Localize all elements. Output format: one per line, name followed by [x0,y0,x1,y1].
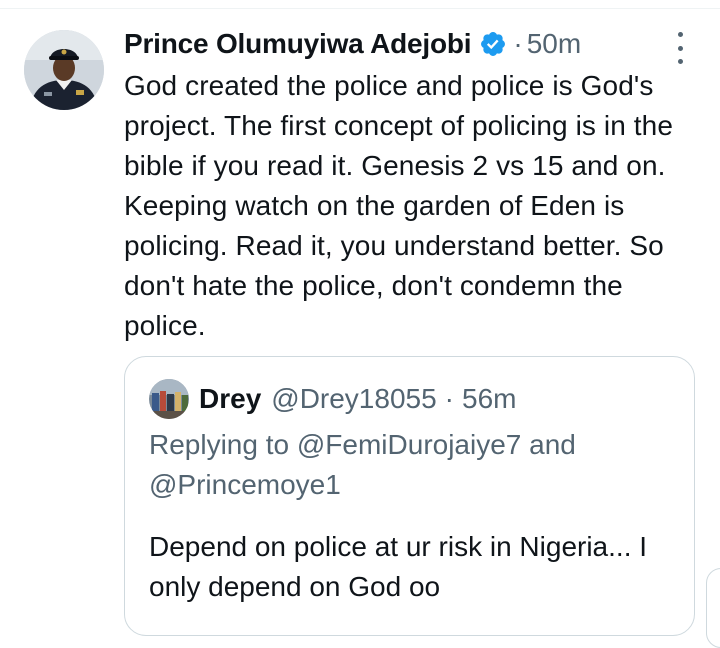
more-vertical-icon[interactable] [668,32,692,64]
quote-text: Depend on police at ur risk in Nigeria..… [149,531,648,602]
verified-badge-icon [479,30,507,58]
tweet-text: God created the police and police is God… [124,70,674,341]
tweet-header: Prince Olumuyiwa Adejobi · 50m [124,24,581,64]
quote-author-avatar[interactable] [149,379,189,419]
quote-timestamp[interactable]: 56m [462,383,516,415]
mention-link[interactable]: @FemiDurojaiye7 [297,429,522,460]
quote-author-handle[interactable]: @Drey18055 [271,383,436,415]
quote-time-separator: · [444,383,454,414]
quote-author-name[interactable]: Drey [199,383,261,415]
quoted-tweet-card[interactable]: Drey @Drey18055 · 56m Replying to @FemiD… [124,356,695,636]
avatar-image [24,30,104,110]
replying-to-line: Replying to @FemiDurojaiye7 and @Princem… [149,425,669,505]
top-divider [0,8,720,9]
author-avatar[interactable] [24,30,104,110]
quote-header: Drey @Drey18055 · 56m [199,377,516,421]
next-card-edge [706,568,720,648]
time-separator: · [513,28,523,59]
quote-avatar-image [149,379,189,419]
replying-prefix: Replying to [149,429,290,460]
replying-and: and [529,429,576,460]
author-name[interactable]: Prince Olumuyiwa Adejobi [124,28,472,60]
tweet-timestamp[interactable]: 50m [527,28,581,60]
mention-link[interactable]: @Princemoye1 [149,469,341,500]
